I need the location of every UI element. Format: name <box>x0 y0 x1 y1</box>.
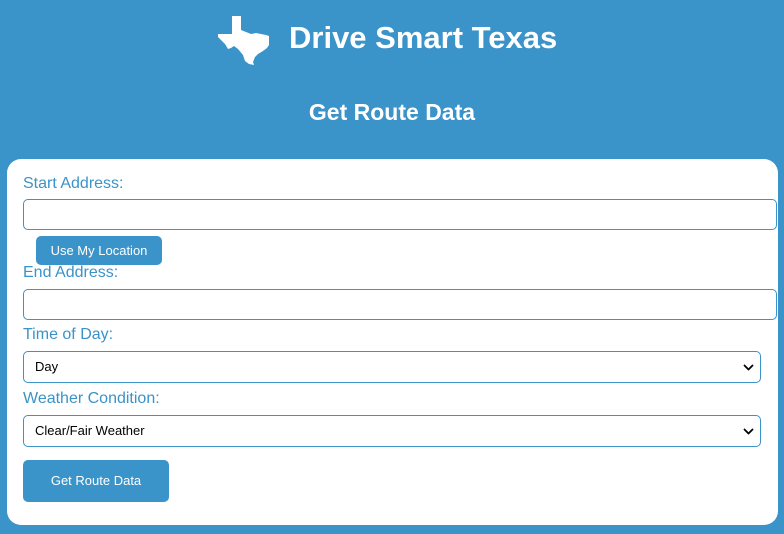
weather-condition-value: Clear/Fair Weather <box>35 423 145 438</box>
use-my-location-button[interactable]: Use My Location <box>36 236 162 265</box>
time-of-day-label: Time of Day: <box>23 326 114 343</box>
end-address-label: End Address: <box>23 264 119 281</box>
time-of-day-select[interactable]: Day <box>23 351 761 383</box>
start-address-input[interactable] <box>23 199 777 230</box>
brand-title: Drive Smart Texas <box>289 20 558 55</box>
weather-condition-select[interactable]: Clear/Fair Weather <box>23 415 761 447</box>
end-address-input[interactable] <box>23 289 777 320</box>
weather-condition-label: Weather Condition: <box>23 390 160 407</box>
start-address-label: Start Address: <box>23 175 124 192</box>
get-route-data-button[interactable]: Get Route Data <box>23 460 169 502</box>
chevron-down-icon <box>743 428 754 435</box>
texas-state-icon <box>218 13 270 65</box>
route-form-card: Start Address: Use My Location End Addre… <box>7 159 778 525</box>
time-of-day-value: Day <box>35 359 59 374</box>
chevron-down-icon <box>743 364 754 371</box>
page-title: Get Route Data <box>308 99 476 125</box>
page-header: Drive Smart Texas <box>0 0 784 80</box>
